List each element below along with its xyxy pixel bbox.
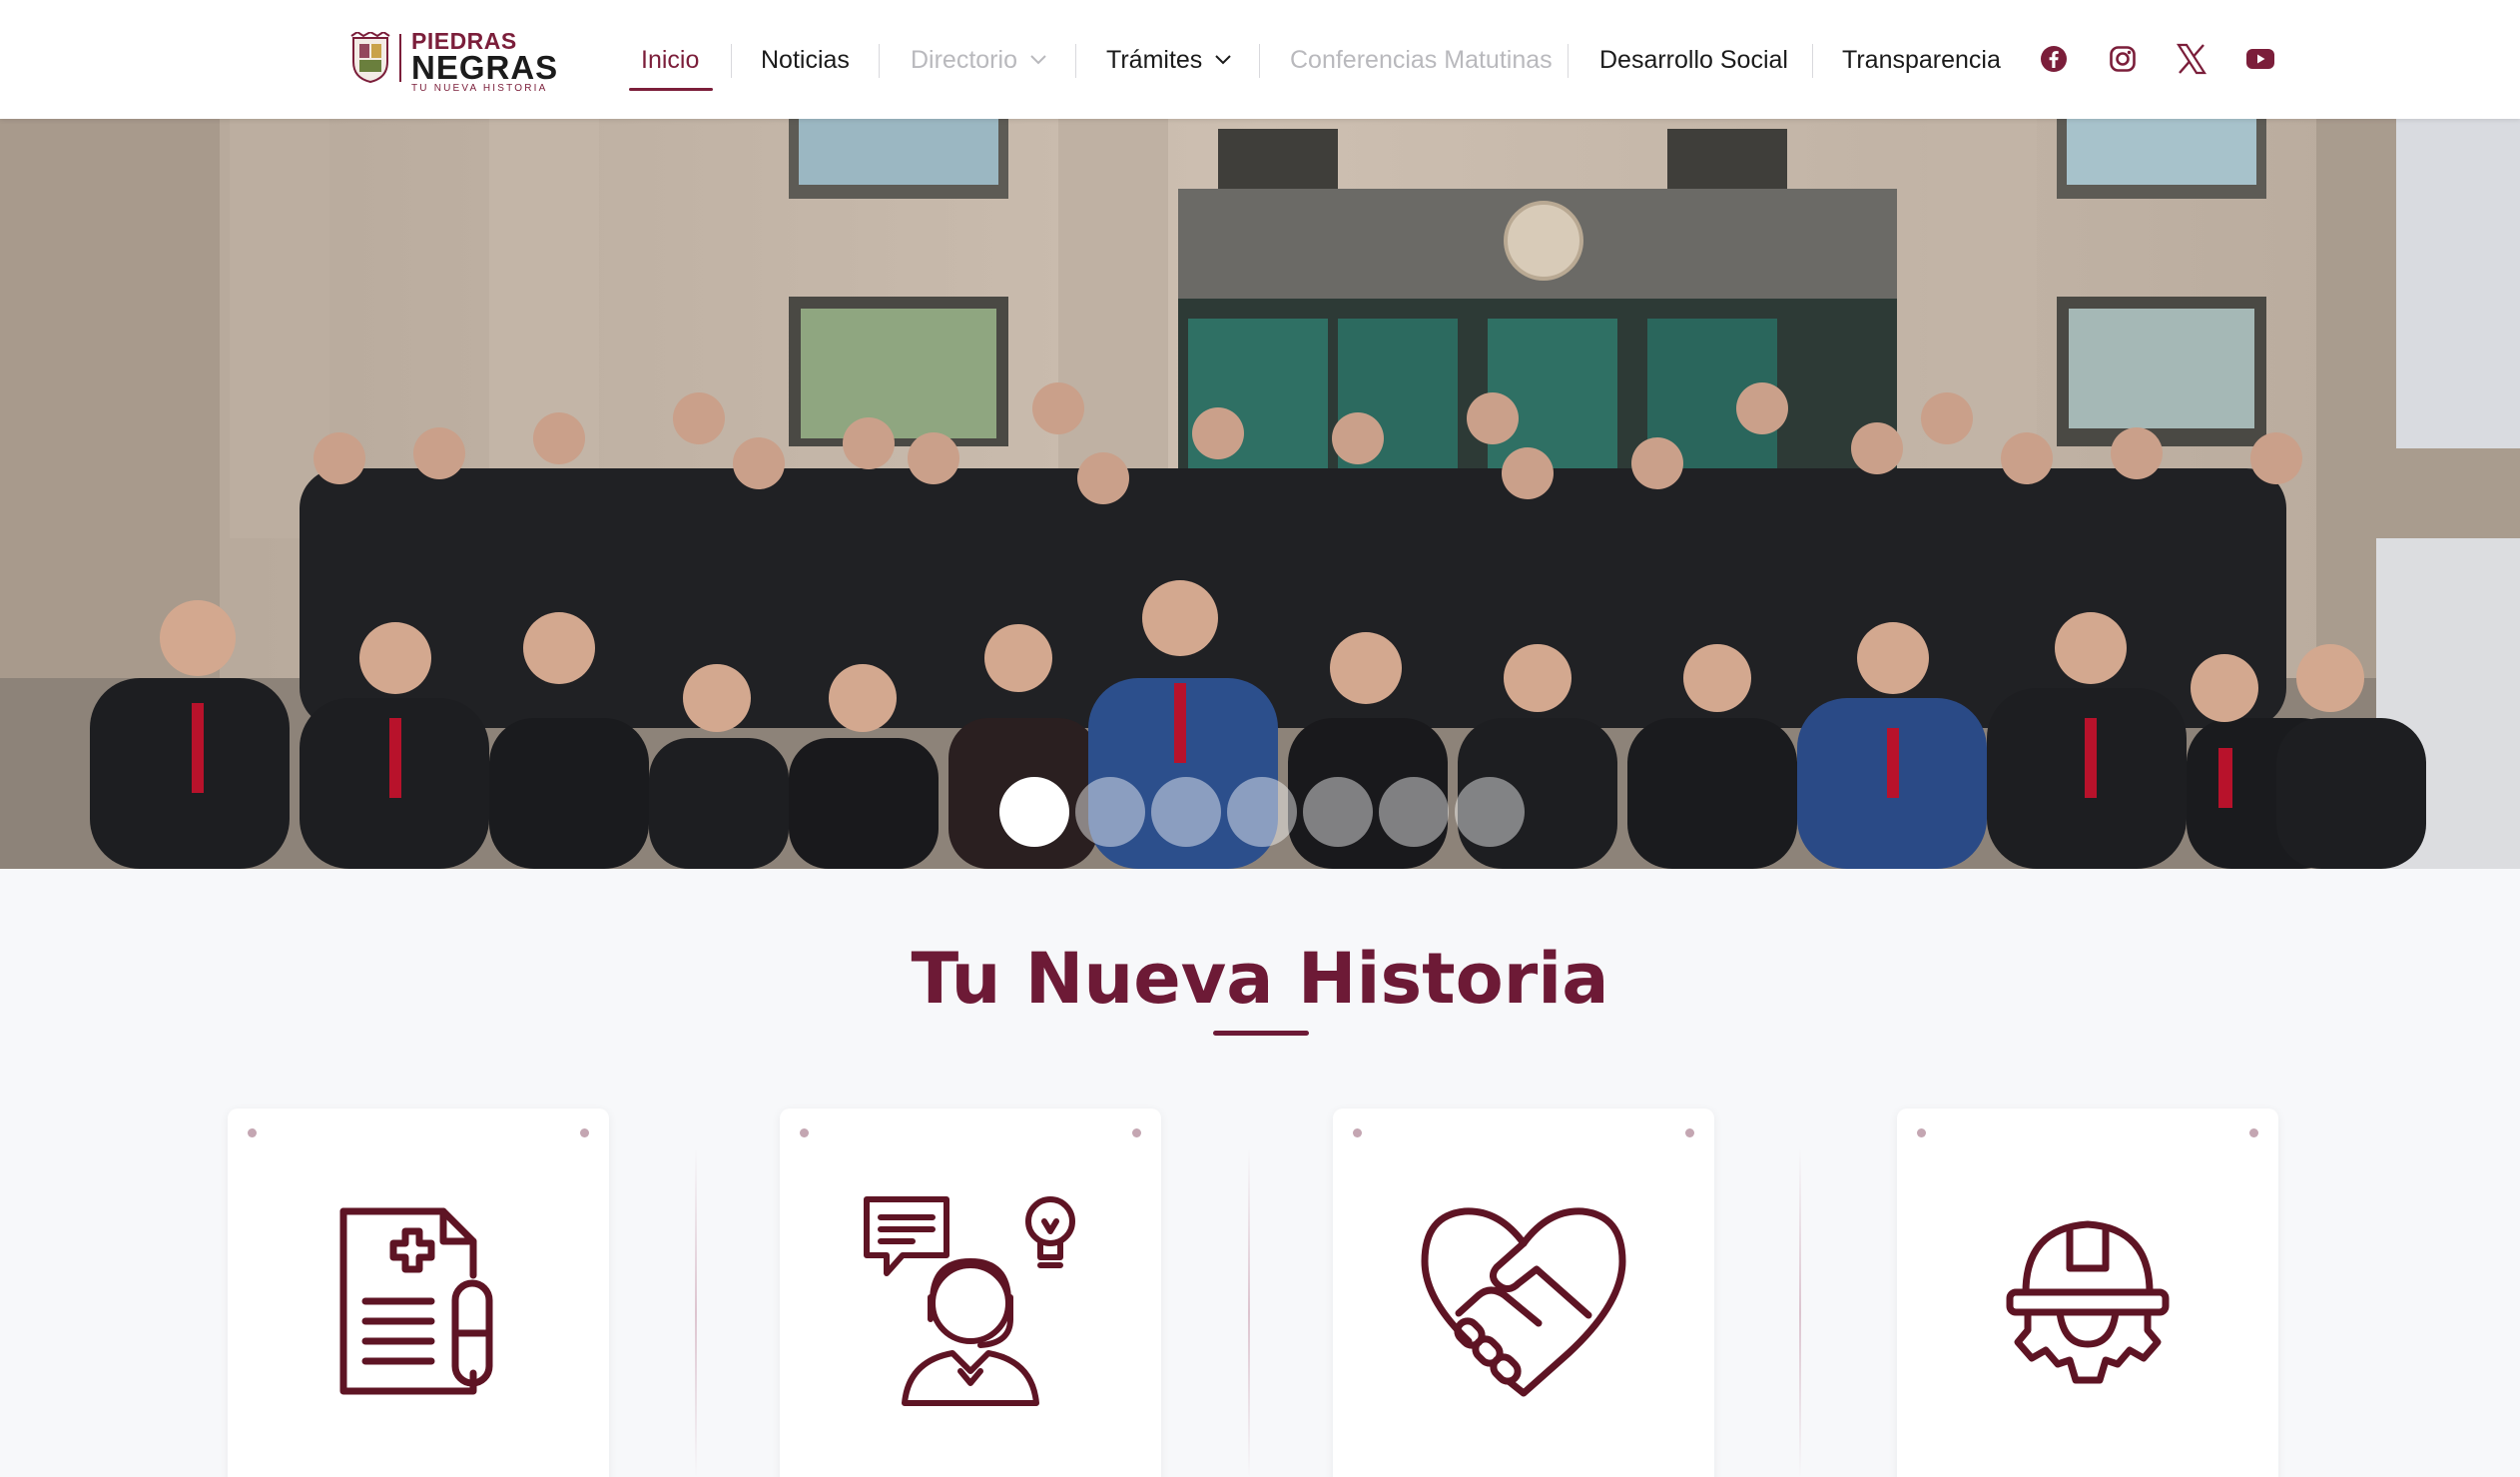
facebook-link[interactable] [2037,42,2071,76]
facebook-icon [2041,46,2067,72]
worker-helmet-gear-icon [2006,1220,2170,1384]
main-nav: Inicio Noticias Directorio Trámites Conf… [0,0,2520,119]
nav-item-tramites[interactable]: Trámites [1106,42,1231,78]
card-corner-dot [580,1128,589,1137]
x-icon [2176,43,2207,75]
youtube-link[interactable] [2243,42,2277,76]
decorative-line [1248,1148,1250,1477]
card-icon-wrap [1333,1188,1714,1418]
nav-separator [1075,44,1076,78]
carousel-dot-7[interactable] [1455,777,1525,847]
service-card-2[interactable] [780,1108,1161,1477]
carousel-dot-5[interactable] [1303,777,1373,847]
nav-active-underline [629,88,713,91]
handshake-heart-icon [1421,1207,1626,1397]
nav-item-noticias[interactable]: Noticias [761,42,850,78]
card-corner-dot [1685,1128,1694,1137]
carousel-dot-2[interactable] [1075,777,1145,847]
chevron-down-icon [1030,55,1046,65]
carousel-dot-4[interactable] [1227,777,1297,847]
card-icon-wrap [1897,1188,2278,1418]
medical-document-icon [339,1207,493,1395]
nav-separator [879,44,880,78]
instagram-link[interactable] [2106,42,2140,76]
youtube-icon [2246,49,2274,69]
card-corner-dot [2249,1128,2258,1137]
carousel-dot-1[interactable] [999,777,1069,847]
nav-item-directorio[interactable]: Directorio [911,42,1046,78]
nav-item-inicio[interactable]: Inicio [641,42,699,78]
carousel-dot-3[interactable] [1151,777,1221,847]
nav-item-transparencia[interactable]: Transparencia [1842,42,2001,78]
section-title-underline [1213,1031,1309,1036]
hero-group-photo [0,119,2520,869]
nav-separator [1812,44,1813,78]
nav-separator [1259,44,1260,78]
carousel-indicators [0,777,2520,847]
nav-separator [1568,44,1569,78]
decorative-line [695,1148,697,1477]
hero-carousel[interactable] [0,119,2520,869]
card-corner-dot [1917,1128,1926,1137]
chevron-down-icon [1215,55,1231,65]
decorative-line [1799,1148,1801,1477]
card-icon-wrap [228,1188,609,1418]
card-corner-dot [1353,1128,1362,1137]
card-icon-wrap [780,1188,1161,1418]
nav-item-directorio-label: Directorio [911,46,1017,74]
carousel-dot-6[interactable] [1379,777,1449,847]
nav-separator [731,44,732,78]
nav-item-desarrollo-social[interactable]: Desarrollo Social [1599,42,1788,78]
instagram-icon [2110,46,2136,72]
section-title: Tu Nueva Historia [911,938,1609,1020]
nav-item-conferencias[interactable]: Conferencias Matutinas [1290,42,1553,78]
card-corner-dot [248,1128,257,1137]
service-card-1[interactable] [228,1108,609,1477]
customer-service-icon [864,1196,1075,1406]
nav-item-tramites-label: Trámites [1106,46,1203,74]
card-corner-dot [800,1128,809,1137]
x-link[interactable] [2175,42,2208,76]
service-card-3[interactable] [1333,1108,1714,1477]
service-card-4[interactable] [1897,1108,2278,1477]
card-corner-dot [1132,1128,1141,1137]
site-header: PIEDRAS NEGRAS TU NUEVA HISTORIA Inicio … [0,0,2520,119]
